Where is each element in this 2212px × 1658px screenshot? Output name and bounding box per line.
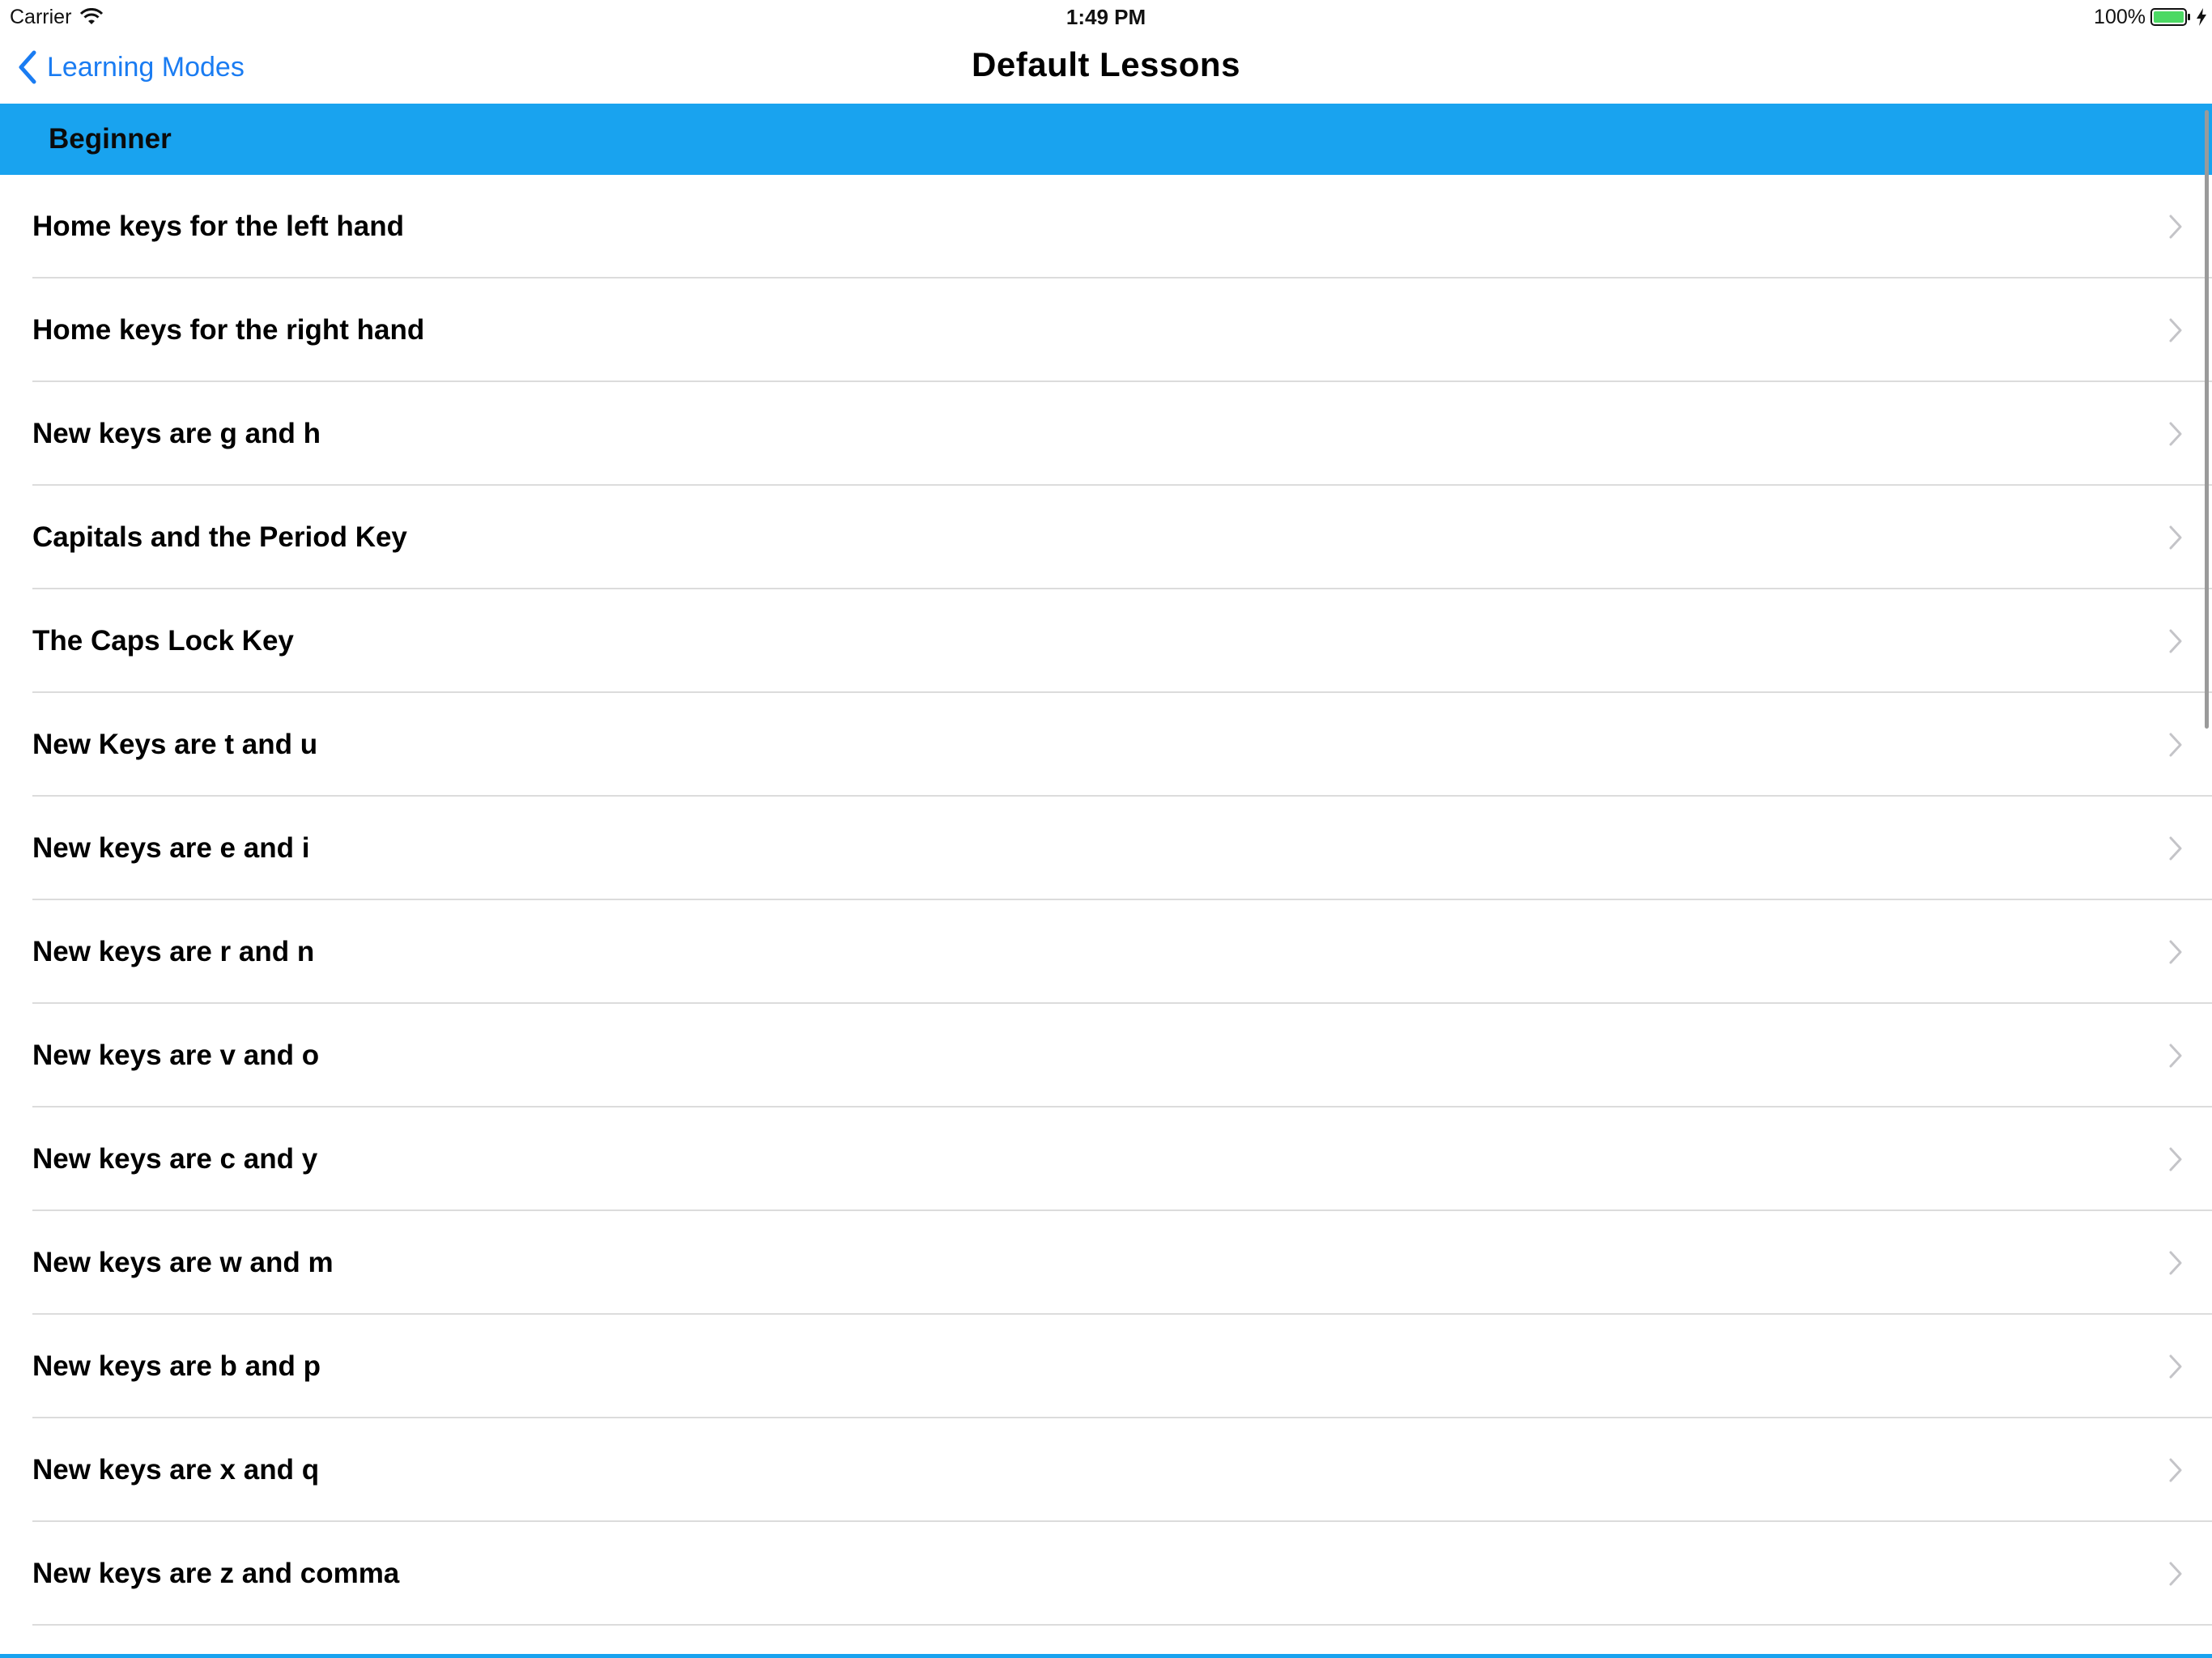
scroll-indicator[interactable] xyxy=(2205,110,2209,729)
lesson-row[interactable]: New keys are g and h xyxy=(0,382,2212,486)
charging-bolt-icon xyxy=(2197,8,2206,26)
chevron-right-icon xyxy=(2169,422,2182,446)
lesson-label: New keys are g and h xyxy=(32,418,321,449)
chevron-right-icon xyxy=(2169,1251,2182,1275)
lesson-label: Home keys for the right hand xyxy=(32,314,425,346)
chevron-right-icon xyxy=(2169,1458,2182,1482)
lesson-label: New keys are r and n xyxy=(32,936,315,967)
lesson-label: New Keys are t and u xyxy=(32,729,318,760)
chevron-right-icon xyxy=(2169,318,2182,342)
lesson-row[interactable]: New Keys are t and u xyxy=(0,693,2212,797)
status-time: 1:49 PM xyxy=(1066,5,1146,29)
section-header: Beginner xyxy=(0,104,2212,175)
chevron-right-icon xyxy=(2169,1147,2182,1171)
chevron-right-icon xyxy=(2169,1354,2182,1379)
chevron-right-icon xyxy=(2169,1044,2182,1068)
lesson-label: New keys are v and o xyxy=(32,1039,320,1071)
lesson-label: New keys are e and i xyxy=(32,832,310,864)
lesson-label: The Caps Lock Key xyxy=(32,625,294,657)
lesson-row[interactable]: New keys are w and m xyxy=(0,1211,2212,1315)
battery-icon xyxy=(2150,8,2190,26)
lesson-row[interactable]: Home keys for the left hand xyxy=(0,175,2212,278)
lesson-list[interactable]: Home keys for the left hand Home keys fo… xyxy=(0,175,2212,1658)
lesson-label: New keys are w and m xyxy=(32,1247,334,1278)
lesson-label: New keys are c and y xyxy=(32,1143,318,1175)
lesson-row[interactable]: New keys are b and p xyxy=(0,1315,2212,1418)
chevron-right-icon xyxy=(2169,733,2182,757)
lesson-row[interactable]: New keys are v and o xyxy=(0,1004,2212,1107)
lesson-label: Home keys for the left hand xyxy=(32,210,404,242)
lesson-label: New keys are z and comma xyxy=(32,1558,400,1589)
lesson-label: New keys are b and p xyxy=(32,1350,321,1382)
lesson-row[interactable]: Home keys for the right hand xyxy=(0,278,2212,382)
lesson-row[interactable]: New keys are r and n xyxy=(0,900,2212,1004)
section-title: Beginner xyxy=(49,123,172,155)
lesson-row[interactable]: New keys are c and y xyxy=(0,1107,2212,1211)
bottom-accent-line xyxy=(0,1654,2212,1658)
lesson-row[interactable]: The Caps Lock Key xyxy=(0,589,2212,693)
lesson-label: Capitals and the Period Key xyxy=(32,521,407,553)
chevron-right-icon xyxy=(2169,215,2182,239)
lesson-row[interactable]: Capitals and the Period Key xyxy=(0,486,2212,589)
status-right: 100% xyxy=(2094,3,2207,31)
navigation-bar: Learning Modes Default Lessons xyxy=(0,32,2212,102)
battery-percent: 100% xyxy=(2094,5,2146,28)
app-screen: Carrier 1:49 PM 100% Learning Modes Defa… xyxy=(0,0,2212,1658)
chevron-right-icon xyxy=(2169,940,2182,964)
chevron-right-icon xyxy=(2169,629,2182,653)
lesson-row[interactable]: New keys are x and q xyxy=(0,1418,2212,1522)
lesson-row[interactable]: New keys are e and i xyxy=(0,797,2212,900)
lesson-label: New keys are x and q xyxy=(32,1454,320,1486)
chevron-right-icon xyxy=(2169,1562,2182,1586)
page-title: Default Lessons xyxy=(972,45,1240,83)
status-bar: Carrier 1:49 PM 100% xyxy=(0,0,2212,32)
chevron-right-icon xyxy=(2169,525,2182,550)
lesson-row[interactable]: New keys are z and comma xyxy=(0,1522,2212,1626)
chevron-right-icon xyxy=(2169,836,2182,861)
